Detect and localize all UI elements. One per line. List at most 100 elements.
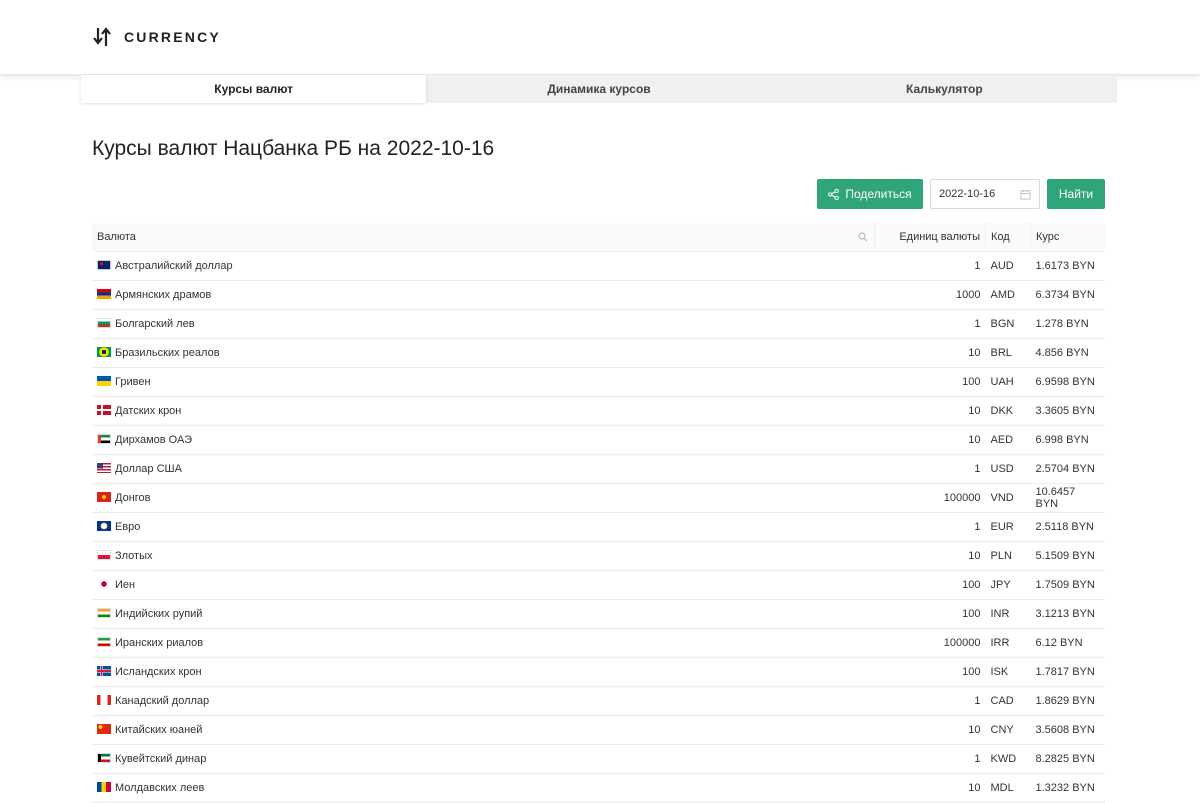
rate-cell: 8.2825 BYN [1030, 744, 1105, 774]
units-cell: 100 [874, 657, 986, 687]
currency-name: Канадский доллар [115, 695, 210, 707]
search-icon[interactable] [858, 232, 868, 242]
date-picker-input[interactable]: 2022-10-16 [930, 179, 1040, 209]
code-cell: MDL [985, 773, 1031, 803]
currency-name: Китайских юаней [115, 724, 203, 736]
code-cell: VND [985, 483, 1031, 513]
table-row: Злотых 10 PLN 5.1509 BYN [92, 541, 1105, 571]
flag-ae-icon [97, 434, 111, 444]
currency-name: Молдавских леев [115, 782, 205, 794]
rate-cell: 2.5118 BYN [1030, 512, 1105, 542]
units-cell: 10 [874, 773, 986, 803]
column-header-units[interactable]: Единиц валюты [874, 223, 986, 252]
currency-cell: Канадский доллар [92, 686, 875, 716]
table-row: Кувейтский динар 1 KWD 8.2825 BYN [92, 744, 1105, 774]
column-header-currency[interactable]: Валюта [92, 223, 875, 252]
currency-name: Армянских драмов [115, 289, 212, 301]
currency-cell: Бразильских реалов [92, 338, 875, 368]
tab-rates[interactable]: Курсы валют [81, 75, 427, 103]
rate-cell: 6.12 BYN [1030, 628, 1105, 658]
tab-calculator[interactable]: Калькулятор [772, 75, 1117, 103]
units-cell: 100 [874, 599, 986, 629]
flag-kw-icon [97, 753, 111, 763]
flag-is-icon [97, 666, 111, 676]
flag-pl-icon [97, 550, 111, 560]
table-row: Датских крон 10 DKK 3.3605 BYN [92, 396, 1105, 426]
currency-name: Доллар США [115, 463, 182, 475]
page-title: Курсы валют Нацбанка РБ на 2022-10-16 [92, 137, 495, 160]
table-row: Доллар США 1 USD 2.5704 BYN [92, 454, 1105, 484]
currency-cell: Австралийский доллар [92, 251, 875, 281]
units-cell: 10 [874, 425, 986, 455]
units-cell: 1 [874, 686, 986, 716]
units-cell: 100000 [874, 483, 986, 513]
rate-cell: 6.998 BYN [1030, 425, 1105, 455]
flag-ir-icon [97, 637, 111, 647]
table-row: Дирхамов ОАЭ 10 AED 6.998 BYN [92, 425, 1105, 455]
currency-name: Австралийский доллар [115, 260, 233, 272]
currency-table: Валюта Единиц валюты Код Курс Австралийс… [92, 223, 1105, 803]
units-cell: 1 [874, 512, 986, 542]
code-cell: CAD [985, 686, 1031, 716]
flag-us-icon [97, 463, 111, 473]
flag-dk-icon [97, 405, 111, 415]
currency-name: Донгов [115, 492, 151, 504]
flag-in-icon [97, 608, 111, 618]
tab-dynamics[interactable]: Динамика курсов [426, 75, 771, 103]
table-row: Евро 1 EUR 2.5118 BYN [92, 512, 1105, 542]
flag-md-icon [97, 782, 111, 792]
currency-name: Индийских рупий [115, 608, 203, 620]
rate-cell: 6.9598 BYN [1030, 367, 1105, 397]
table-row: Донгов 100000 VND 10.6457 BYN [92, 483, 1105, 513]
column-header-code[interactable]: Код [985, 223, 1031, 252]
code-cell: JPY [985, 570, 1031, 600]
flag-jp-icon [97, 579, 111, 589]
column-header-currency-label: Валюта [97, 231, 136, 243]
table-row: Иен 100 JPY 1.7509 BYN [92, 570, 1105, 600]
code-cell: UAH [985, 367, 1031, 397]
currency-cell: Иранских риалов [92, 628, 875, 658]
currency-name: Дирхамов ОАЭ [115, 434, 192, 446]
flag-vn-icon [97, 492, 111, 502]
currency-cell: Дирхамов ОАЭ [92, 425, 875, 455]
currency-arrows-icon [93, 27, 111, 46]
share-button-label: Поделиться [845, 187, 912, 201]
units-cell: 100 [874, 570, 986, 600]
currency-name: Болгарский лев [115, 318, 195, 330]
currency-cell: Армянских драмов [92, 280, 875, 310]
currency-cell: Иен [92, 570, 875, 600]
column-header-rate[interactable]: Курс [1030, 223, 1105, 252]
date-value: 2022-10-16 [939, 188, 996, 200]
logo[interactable]: CURRENCY [92, 24, 221, 50]
code-cell: BRL [985, 338, 1031, 368]
currency-cell: Злотых [92, 541, 875, 571]
currency-name: Исландских крон [115, 666, 202, 678]
table-row: Иранских риалов 100000 IRR 6.12 BYN [92, 628, 1105, 658]
code-cell: INR [985, 599, 1031, 629]
share-button[interactable]: Поделиться [817, 179, 923, 209]
code-cell: EUR [985, 512, 1031, 542]
units-cell: 10 [874, 338, 986, 368]
rate-cell: 1.7817 BYN [1030, 657, 1105, 687]
logo-text: CURRENCY [124, 29, 221, 45]
units-cell: 1 [874, 744, 986, 774]
rate-cell: 1.6173 BYN [1030, 251, 1105, 281]
rate-cell: 1.278 BYN [1030, 309, 1105, 339]
currency-name: Иранских риалов [115, 637, 204, 649]
table-row: Исландских крон 100 ISK 1.7817 BYN [92, 657, 1105, 687]
code-cell: PLN [985, 541, 1031, 571]
table-row: Австралийский доллар 1 AUD 1.6173 BYN [92, 251, 1105, 281]
currency-name: Кувейтский динар [115, 753, 207, 765]
units-cell: 10 [874, 715, 986, 745]
rate-cell: 1.7509 BYN [1030, 570, 1105, 600]
units-cell: 10 [874, 396, 986, 426]
flag-ua-icon [97, 376, 111, 386]
currency-cell: Болгарский лев [92, 309, 875, 339]
rate-cell: 4.856 BYN [1030, 338, 1105, 368]
currency-name: Бразильских реалов [115, 347, 220, 359]
units-cell: 1000 [874, 280, 986, 310]
currency-cell: Китайских юаней [92, 715, 875, 745]
rate-cell: 2.5704 BYN [1030, 454, 1105, 484]
rate-cell: 6.3734 BYN [1030, 280, 1105, 310]
find-button[interactable]: Найти [1047, 179, 1105, 209]
